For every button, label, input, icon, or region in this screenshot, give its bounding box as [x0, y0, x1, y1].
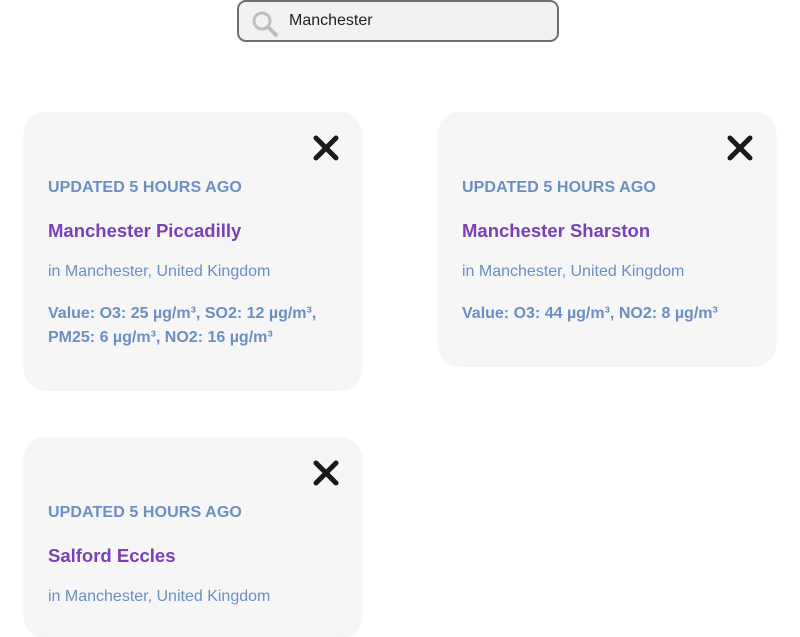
station-location: in Manchester, United Kingdom — [462, 263, 685, 280]
station-name: Manchester Sharston — [462, 220, 651, 241]
station-card: UPDATED 5 HOURS AGO Manchester Sharston … — [438, 112, 776, 365]
station-name: Salford Eccles — [48, 545, 176, 566]
station-card: UPDATED 5 HOURS AGO Salford Eccles in Ma… — [24, 437, 362, 637]
close-icon[interactable] — [312, 134, 340, 162]
close-icon[interactable] — [312, 459, 340, 487]
measurement-values: Value: O3: 44 µg/m³, NO2: 8 µg/m³ — [462, 305, 718, 322]
station-name: Manchester Piccadilly — [48, 220, 242, 241]
station-location: in Manchester, United Kingdom — [48, 588, 271, 605]
close-icon[interactable] — [726, 134, 754, 162]
search-input[interactable] — [289, 6, 544, 36]
measurement-values: Value: O3: 25 µg/m³, SO2: 12 µg/m³, PM25… — [48, 305, 317, 346]
search-icon[interactable] — [251, 10, 279, 38]
updated-timestamp: UPDATED 5 HOURS AGO — [462, 179, 656, 196]
search-bar — [237, 0, 559, 42]
updated-timestamp: UPDATED 5 HOURS AGO — [48, 179, 242, 196]
station-location: in Manchester, United Kingdom — [48, 263, 271, 280]
updated-timestamp: UPDATED 5 HOURS AGO — [48, 504, 242, 521]
station-card: UPDATED 5 HOURS AGO Manchester Piccadill… — [24, 112, 362, 389]
